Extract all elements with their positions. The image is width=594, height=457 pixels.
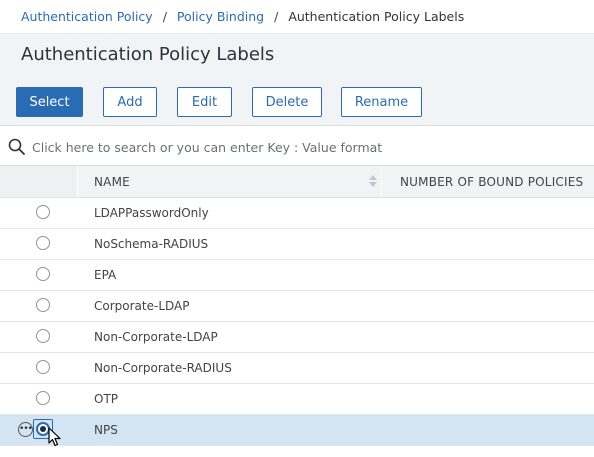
breadcrumb-link-policy-binding[interactable]: Policy Binding [177,9,264,24]
column-header-bound-policies-label: NUMBER OF BOUND POLICIES [400,175,584,189]
table-row[interactable]: EPA [0,260,594,291]
table-body: LDAPPasswordOnly NoSchema-RADIUS EPA Cor… [0,198,594,447]
table-row[interactable]: Non-Corporate-RADIUS [0,353,594,384]
column-header-bound-policies[interactable]: NUMBER OF BOUND POLICIES [384,166,594,197]
row-radio[interactable] [36,205,50,219]
sort-icon[interactable] [369,175,377,187]
row-radio[interactable] [36,267,50,281]
select-button[interactable]: Select [16,87,83,117]
table-row[interactable]: NoSchema-RADIUS [0,229,594,260]
delete-button[interactable]: Delete [252,87,322,117]
row-radio[interactable] [36,360,50,374]
row-name: LDAPPasswordOnly [94,206,209,220]
select-column-header [0,166,78,197]
more-actions-icon[interactable]: ••• [18,422,33,437]
table-header: NAME NUMBER OF BOUND POLICIES [0,166,594,198]
row-name: NPS [94,423,118,437]
breadcrumb-separator: / [274,9,279,24]
row-radio[interactable] [36,391,50,405]
title-bar: Authentication Policy Labels [0,33,594,78]
breadcrumb: Authentication Policy / Policy Binding /… [0,0,594,33]
search-bar [0,125,594,166]
row-radio[interactable] [36,329,50,343]
row-name: EPA [94,268,117,282]
row-name: NoSchema-RADIUS [94,237,209,251]
edit-button[interactable]: Edit [177,87,232,117]
breadcrumb-link-authentication-policy[interactable]: Authentication Policy [21,9,153,24]
row-name: OTP [94,392,119,406]
row-name: Non-Corporate-RADIUS [94,361,232,375]
table-row[interactable]: Corporate-LDAP [0,291,594,322]
table-row[interactable]: OTP [0,384,594,415]
add-button[interactable]: Add [103,87,157,117]
mouse-cursor-icon [48,427,61,447]
search-input[interactable] [30,134,574,160]
table-row[interactable]: Non-Corporate-LDAP [0,322,594,353]
rename-button[interactable]: Rename [341,87,422,117]
row-name: Non-Corporate-LDAP [94,330,218,344]
column-header-name-label: NAME [94,175,130,189]
breadcrumb-current: Authentication Policy Labels [288,9,465,24]
toolbar: Select Add Edit Delete Rename [0,78,594,125]
row-name: Corporate-LDAP [94,299,190,313]
page-title: Authentication Policy Labels [21,44,275,65]
search-icon [8,138,25,155]
table-row[interactable]: LDAPPasswordOnly [0,198,594,229]
table-row-selected[interactable]: ••• NPS [0,415,594,447]
column-header-name[interactable]: NAME [79,166,382,197]
row-radio[interactable] [36,236,50,250]
row-radio[interactable] [36,298,50,312]
breadcrumb-separator: / [162,9,167,24]
